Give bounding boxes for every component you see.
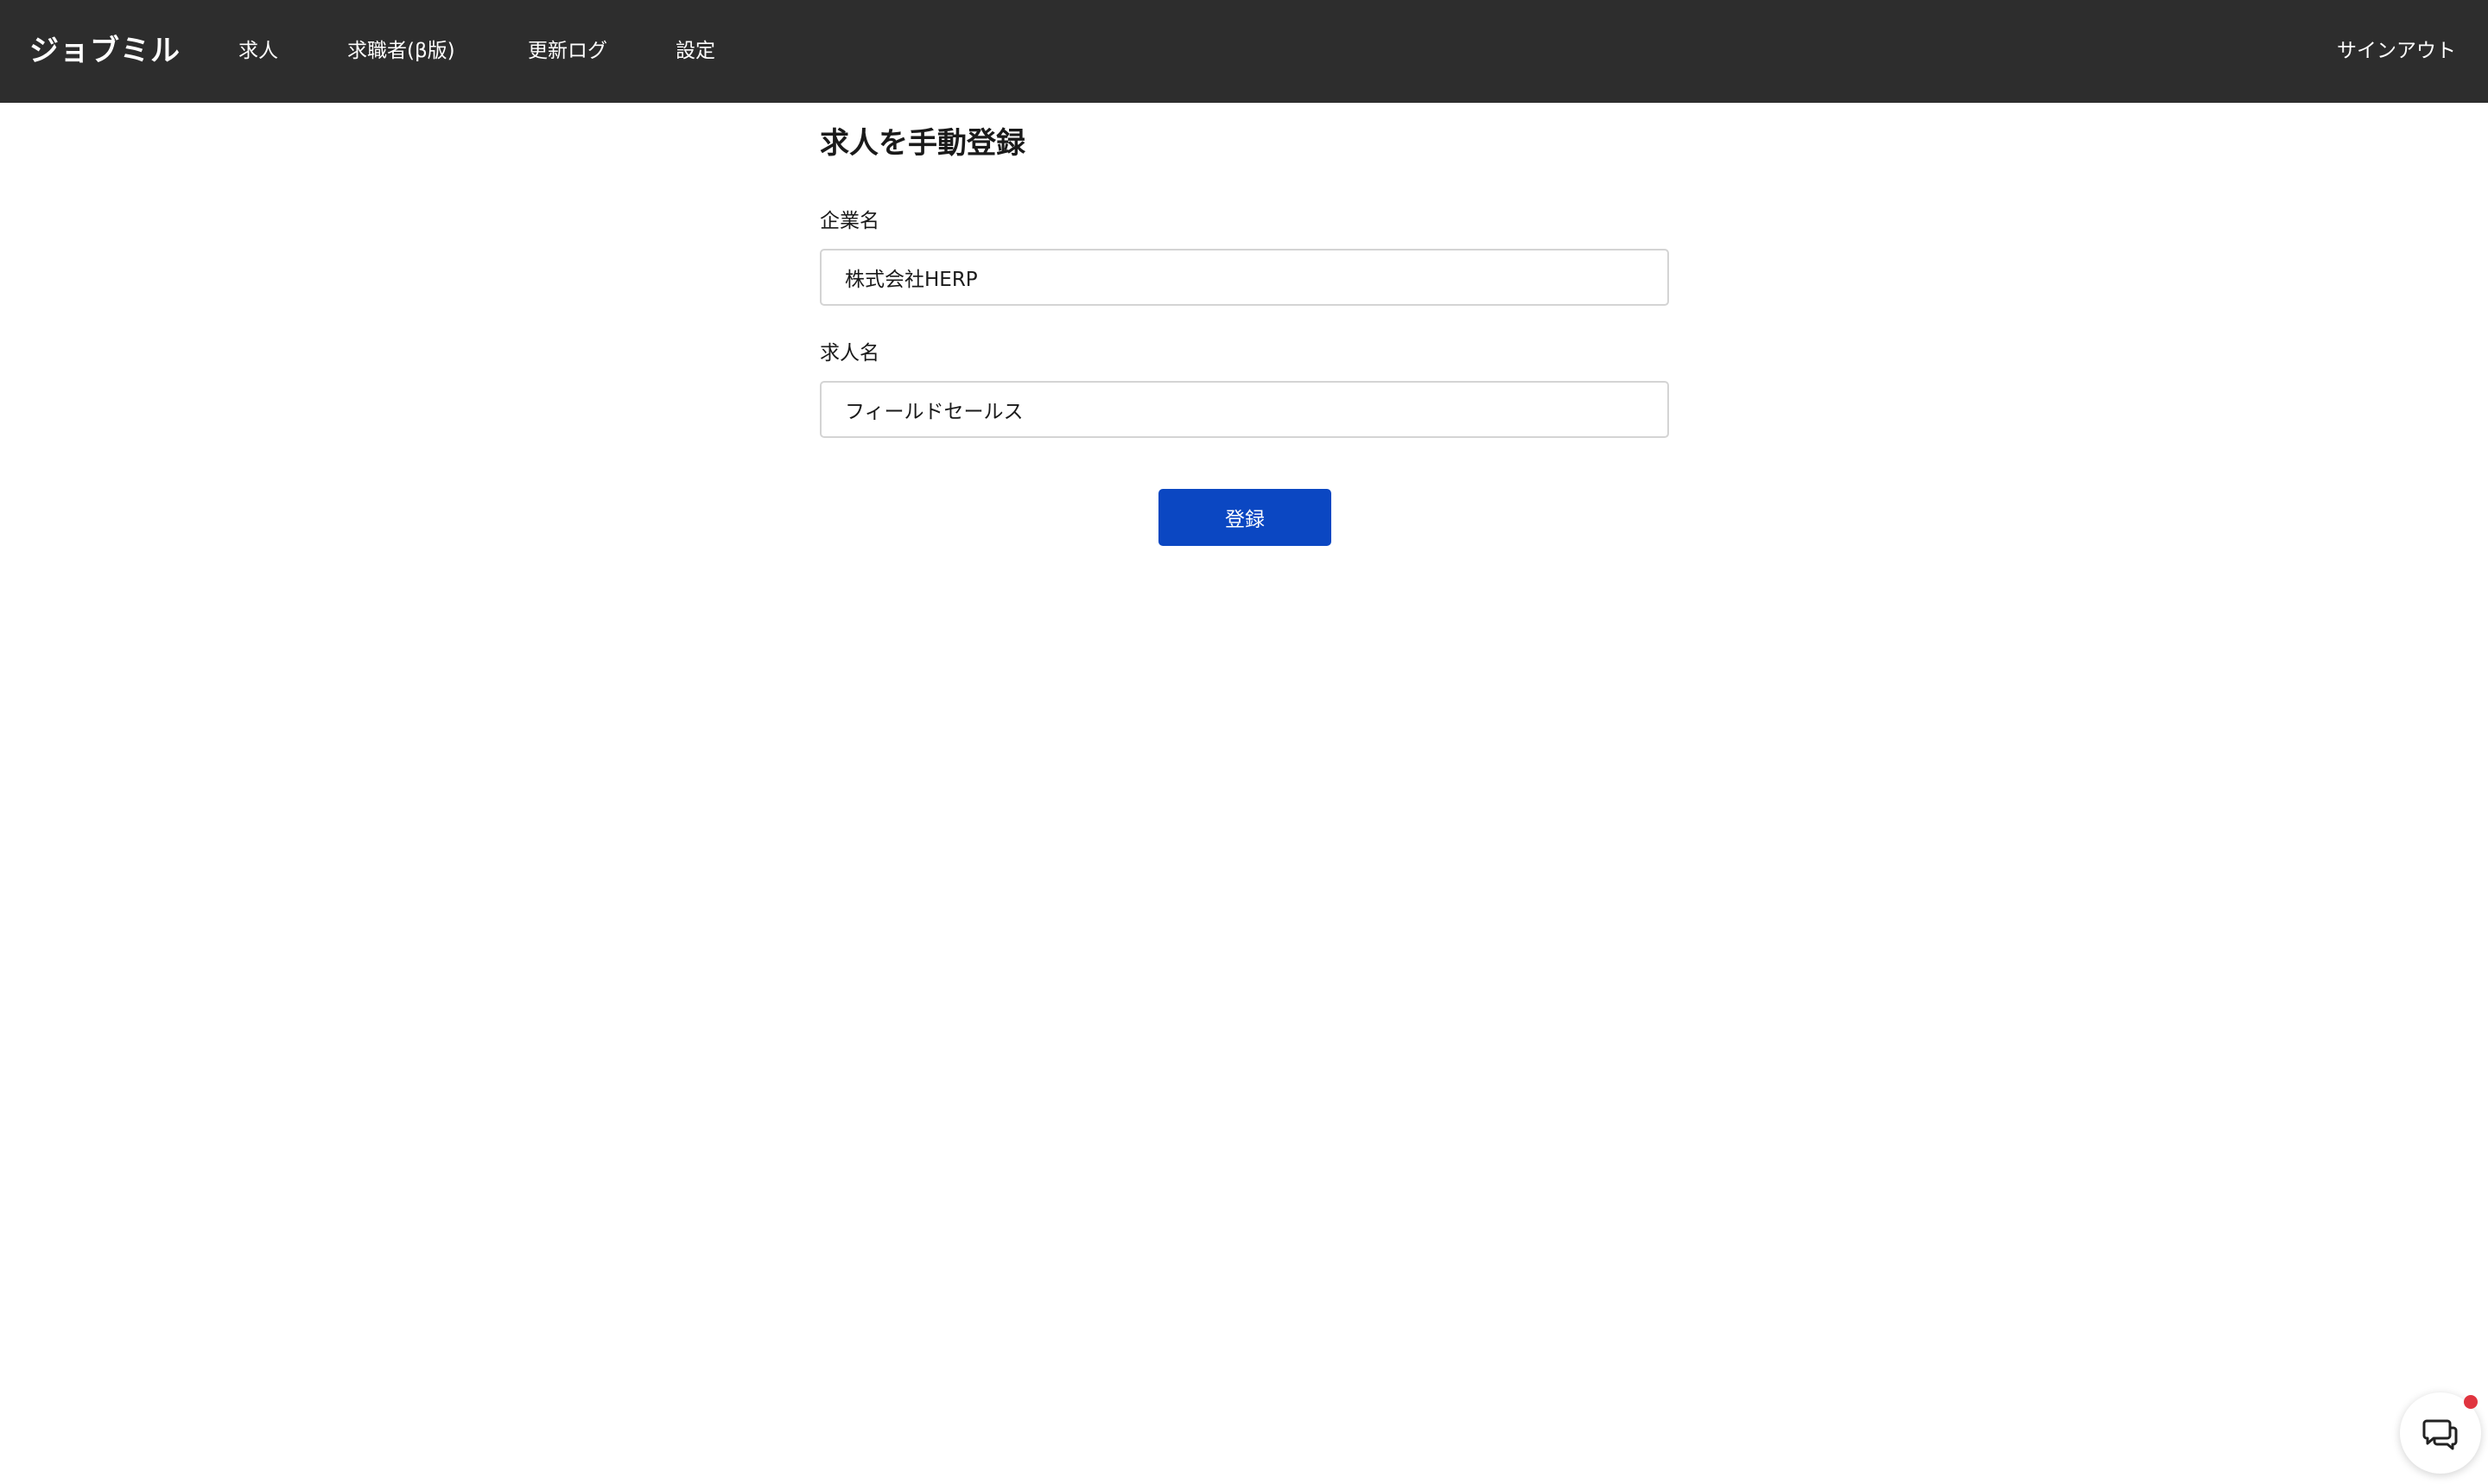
- register-button[interactable]: 登録: [1158, 489, 1331, 546]
- company-name-input[interactable]: [820, 249, 1669, 306]
- notification-dot: [2464, 1395, 2478, 1409]
- company-name-label: 企業名: [820, 210, 879, 232]
- nav-jobs[interactable]: 求人: [238, 0, 278, 103]
- job-name-input[interactable]: [820, 381, 1669, 438]
- nav-changelog[interactable]: 更新ログ: [528, 0, 607, 103]
- top-navigation-bar: ジョブミル 求人 求職者(β版) 更新ログ 設定 サインアウト: [0, 0, 2488, 103]
- nav-settings[interactable]: 設定: [676, 0, 715, 103]
- job-name-label: 求人名: [820, 342, 879, 365]
- signout-link[interactable]: サインアウト: [2337, 0, 2456, 103]
- chat-bubbles-icon: [2422, 1419, 2458, 1450]
- nav-job-seekers[interactable]: 求職者(β版): [347, 0, 455, 103]
- chat-widget-button[interactable]: [2400, 1392, 2481, 1474]
- page-title: 求人を手動登録: [820, 126, 1025, 161]
- brand-logo[interactable]: ジョブミル: [29, 0, 181, 103]
